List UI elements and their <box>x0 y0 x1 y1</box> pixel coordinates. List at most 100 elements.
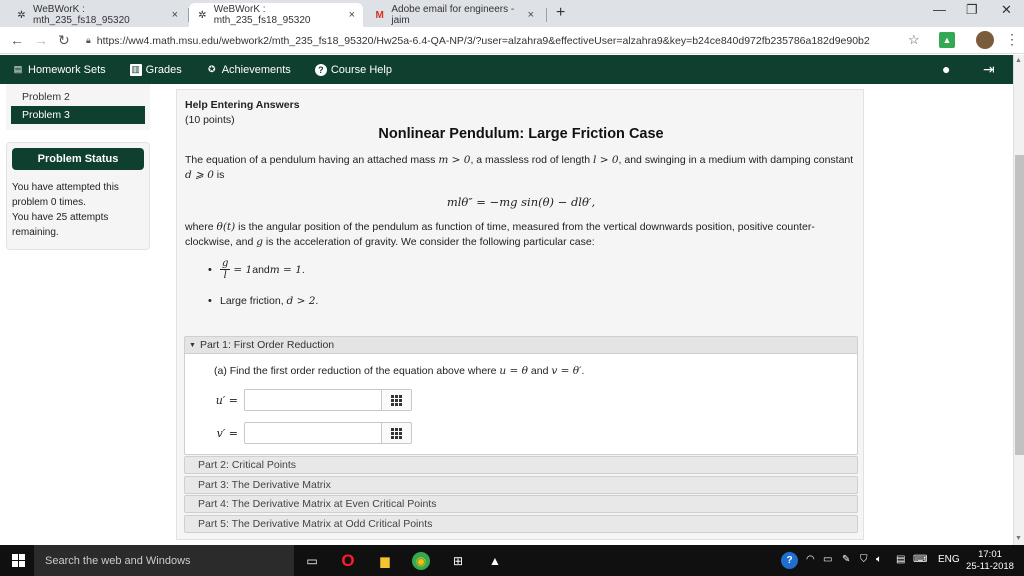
volume-icon[interactable]: 🔈︎ <box>876 554 882 565</box>
problem-where: where θ(t) is the angular position of th… <box>185 220 857 250</box>
attempted-text: You have attempted this problem 0 times. <box>12 182 119 208</box>
part-5-header[interactable]: Part 5: The Derivative Matrix at Odd Cri… <box>184 515 858 533</box>
notification-icon[interactable]: ▤ <box>896 554 905 565</box>
opera-icon[interactable]: O <box>339 551 357 570</box>
wifi-icon[interactable]: ◠ <box>806 554 815 565</box>
part-1-section: ▼ Part 1: First Order Reduction (a) Find… <box>184 336 858 455</box>
tab-separator <box>546 8 547 22</box>
scroll-thumb[interactable] <box>1015 155 1024 455</box>
scroll-up-icon[interactable]: ▲ <box>1015 57 1022 64</box>
problem-status-button[interactable]: Problem Status <box>12 148 144 170</box>
clock[interactable]: 17:01 25-11-2018 <box>966 549 1014 573</box>
windows-start-icon[interactable] <box>12 554 25 567</box>
extension-icon[interactable]: ▲ <box>939 32 955 48</box>
tab-title: WeBWorK : mth_235_fs18_95320 <box>213 4 311 26</box>
nav-homework-sets[interactable]: ▤ Homework Sets <box>12 64 106 76</box>
chrome-icon[interactable]: ◉ <box>412 552 430 570</box>
taskbar-search-box[interactable]: Search the web and Windows <box>34 545 294 576</box>
case-bullet-2: • Large friction, d > 2. <box>208 295 319 307</box>
close-window-button[interactable]: ✕ <box>1001 2 1012 18</box>
nav-achievements[interactable]: ✪ Achievements <box>206 64 291 76</box>
browser-tab-1[interactable]: ✲ WeBWorK : mth_235_fs18_95320 × <box>8 3 186 27</box>
logout-icon[interactable]: ⇥ <box>983 61 995 78</box>
math: m > 0 <box>438 154 471 166</box>
equation-editor-button[interactable] <box>382 389 412 411</box>
text: . <box>301 263 305 276</box>
photos-icon[interactable]: ▲ <box>486 552 504 570</box>
nav-label: Grades <box>145 63 182 76</box>
keyboard-icon[interactable]: ⌨ <box>913 554 927 565</box>
webwork-favicon-icon: ✲ <box>17 9 26 21</box>
problem-link-3[interactable]: Problem 3 <box>11 106 145 124</box>
text: and <box>252 263 270 276</box>
answer-u-input[interactable] <box>244 389 382 411</box>
shield-icon[interactable]: ⛉ <box>860 554 868 565</box>
math: l > 0 <box>593 154 619 166</box>
text: . <box>581 365 585 377</box>
text: where <box>185 221 217 233</box>
text: . <box>315 295 319 307</box>
tab-close-icon[interactable]: × <box>172 9 178 21</box>
browser-tabstrip: ✲ WeBWorK : mth_235_fs18_95320 × ✲ WeBWo… <box>0 0 1024 27</box>
part-1-header[interactable]: ▼ Part 1: First Order Reduction <box>185 337 857 354</box>
remaining-text: You have 25 attempts remaining. <box>12 212 109 238</box>
problem-panel: Help Entering Answers (10 points) Nonlin… <box>176 89 864 540</box>
browser-tab-3[interactable]: M Adobe email for engineers - jaim × <box>366 3 542 27</box>
scroll-down-icon[interactable]: ▼ <box>1015 535 1022 542</box>
file-explorer-icon[interactable]: ▆ <box>376 552 394 570</box>
math: u = θ <box>499 365 528 377</box>
language-indicator[interactable]: ENG <box>938 554 960 565</box>
bookmark-star-icon[interactable]: ☆ <box>908 32 920 48</box>
answer-label: v′ = <box>216 426 238 440</box>
tab-close-icon[interactable]: × <box>528 9 534 21</box>
user-icon[interactable]: ● <box>942 61 950 77</box>
new-tab-button[interactable]: + <box>556 4 565 22</box>
equation-editor-button[interactable] <box>382 422 412 444</box>
sidebar: Problem 2 Problem 3 Problem Status You h… <box>6 84 150 250</box>
store-icon[interactable]: ⊞ <box>449 552 467 570</box>
math: m = 1 <box>269 263 302 276</box>
url-field[interactable]: 🔒︎ https://ww4.math.msu.edu/webwork2/mth… <box>86 30 924 51</box>
forward-arrow-icon[interactable]: → <box>34 32 48 48</box>
part-2-header[interactable]: Part 2: Critical Points <box>184 456 858 474</box>
problem-list: Problem 2 Problem 3 <box>6 84 150 130</box>
case-bullet-1: • g l = 1 and m = 1. <box>208 258 305 281</box>
nav-label: Homework Sets <box>28 63 106 76</box>
lock-icon: 🔒︎ <box>86 35 91 45</box>
nav-grades[interactable]: ▥ Grades <box>129 63 182 76</box>
nav-course-help[interactable]: ? Course Help <box>314 63 392 76</box>
help-tray-icon[interactable]: ? <box>781 552 798 569</box>
answer-v-input[interactable] <box>244 422 382 444</box>
text: Large friction, <box>220 295 284 307</box>
pen-icon[interactable]: ✎ <box>842 554 850 565</box>
browser-tab-2[interactable]: ✲ WeBWorK : mth_235_fs18_95320 × <box>189 3 363 27</box>
problem-intro: The equation of a pendulum having an att… <box>185 153 857 183</box>
problem-status-panel: Problem Status You have attempted this p… <box>6 142 150 250</box>
numerator: g <box>220 258 231 270</box>
pendulum-equation: mlθ″ = −mg sin(θ) − dlθ′, <box>446 195 596 209</box>
part-4-header[interactable]: Part 4: The Derivative Matrix at Even Cr… <box>184 495 858 513</box>
url-text: https://ww4.math.msu.edu/webwork2/mth_23… <box>96 34 870 47</box>
nav-label: Course Help <box>330 63 392 76</box>
battery-icon[interactable]: ▭ <box>823 554 832 565</box>
menu-kebab-icon[interactable]: ⋮ <box>1005 31 1019 48</box>
part-1-question: (a) Find the first order reduction of th… <box>214 365 584 377</box>
part-3-header[interactable]: Part 3: The Derivative Matrix <box>184 476 858 494</box>
back-arrow-icon[interactable]: ← <box>10 32 24 48</box>
math: = 1 <box>233 263 253 276</box>
tab-close-icon[interactable]: × <box>349 9 355 21</box>
profile-avatar[interactable] <box>976 31 994 49</box>
answer-row-v: v′ = <box>214 422 412 444</box>
problem-title: Nonlinear Pendulum: Large Friction Case <box>378 126 664 142</box>
help-entering-answers-link[interactable]: Help Entering Answers <box>185 99 300 111</box>
minimize-button[interactable]: — <box>933 2 946 17</box>
reload-icon[interactable]: ↻ <box>58 32 70 49</box>
bullet-dot: • <box>208 295 212 307</box>
search-placeholder: Search the web and Windows <box>45 554 191 567</box>
page-scrollbar[interactable]: ▲ ▼ <box>1013 55 1024 545</box>
fraction: g l <box>220 258 231 281</box>
problem-link-2[interactable]: Problem 2 <box>6 88 150 106</box>
task-view-icon[interactable]: ▭ <box>303 552 321 570</box>
text: , a massless rod of length <box>470 154 594 166</box>
restore-button[interactable]: ❐ <box>966 2 978 18</box>
